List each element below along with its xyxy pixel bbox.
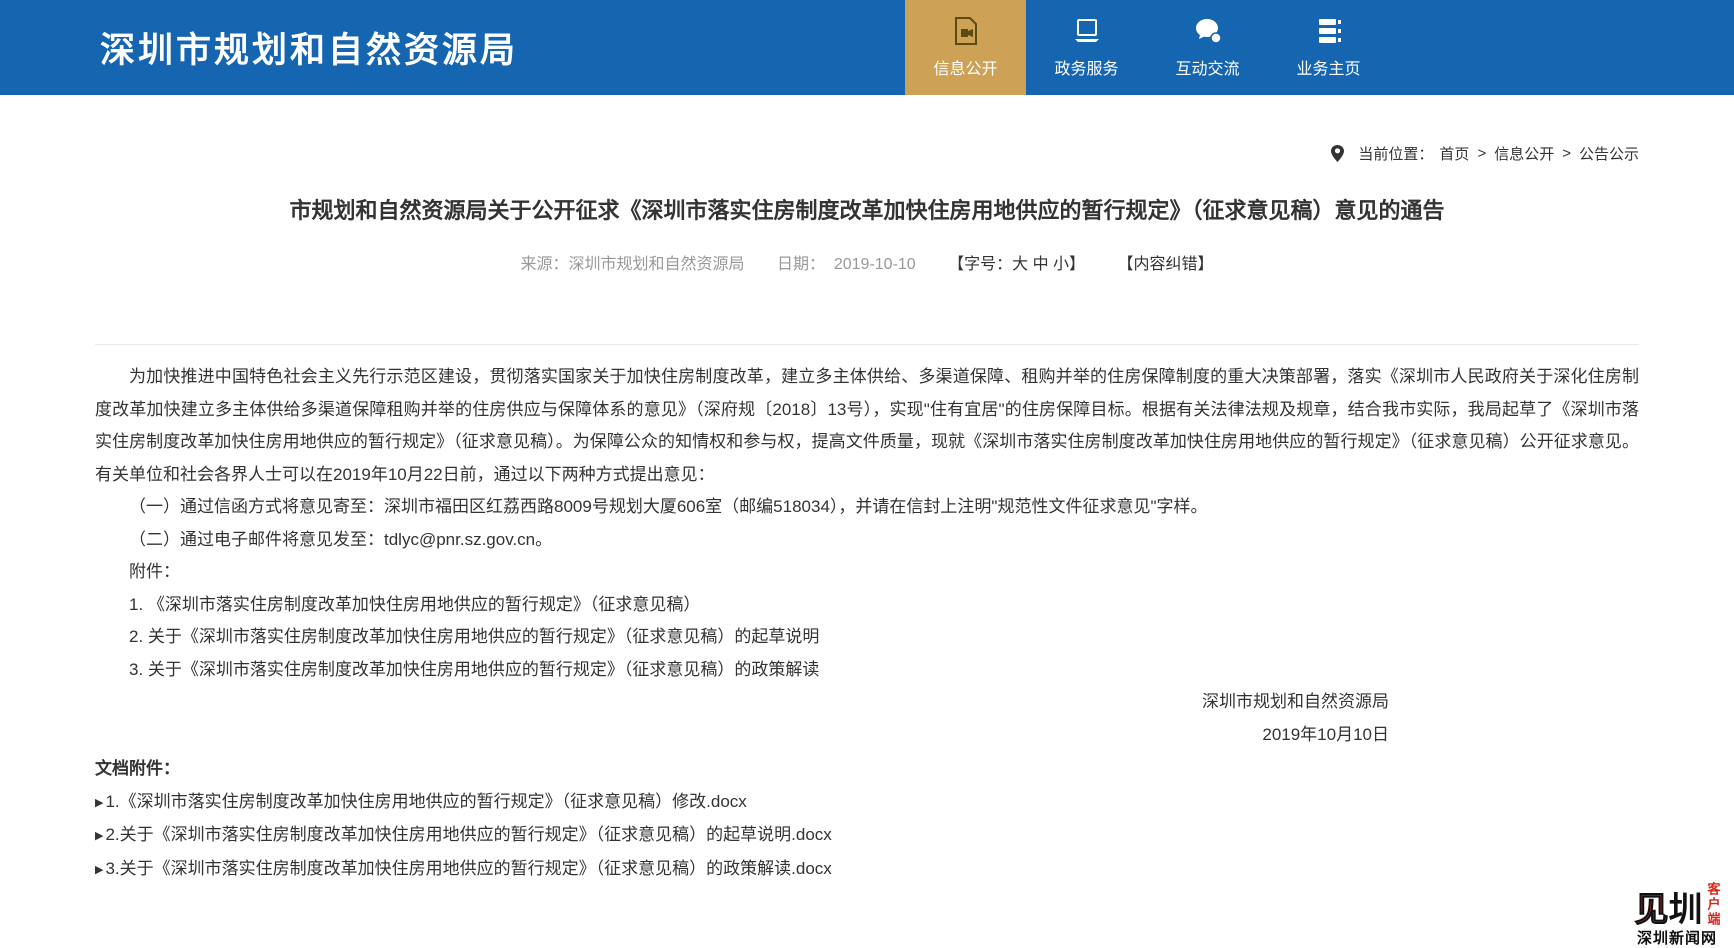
nav-item-label: 业务主页 bbox=[1296, 55, 1360, 79]
breadcrumb-separator: > bbox=[1562, 145, 1571, 162]
doc-attachments-section: 文档附件： ▶1.《深圳市落实住房制度改革加快住房用地供应的暂行规定》（征求意见… bbox=[95, 753, 1639, 886]
nav-item-label: 互动交流 bbox=[1175, 55, 1239, 79]
body-paragraph-email-option: （二）通过电子邮件将意见发至：tdlyc@pnr.sz.gov.cn。 bbox=[95, 524, 1639, 557]
attachment-item-3: 3. 关于《深圳市落实住房制度改革加快住房用地供应的暂行规定》（征求意见稿）的政… bbox=[95, 654, 1639, 687]
doc-attachment-link-1[interactable]: ▶1.《深圳市落实住房制度改革加快住房用地供应的暂行规定》（征求意见稿）修改.d… bbox=[95, 786, 1639, 820]
signature-org: 深圳市规划和自然资源局 bbox=[95, 686, 1389, 719]
nav-item-business-home[interactable]: 业务主页 bbox=[1268, 0, 1389, 95]
laptop-icon bbox=[1072, 16, 1102, 46]
breadcrumb-home[interactable]: 首页 bbox=[1439, 143, 1469, 164]
breadcrumb: 当前位置： 首页 > 信息公开 > 公告公示 bbox=[95, 143, 1639, 164]
watermark-logo: 见圳 客户端 bbox=[1622, 881, 1732, 927]
body-paragraph: 为加快推进中国特色社会主义先行示范区建设，贯彻落实国家关于加快住房制度改革，建立… bbox=[95, 361, 1639, 491]
article-body: 为加快推进中国特色社会主义先行示范区建设，贯彻落实国家关于加快住房制度改革，建立… bbox=[95, 344, 1639, 886]
article-source: 来源：深圳市规划和自然资源局 bbox=[520, 256, 744, 273]
breadcrumb-info-disclosure[interactable]: 信息公开 bbox=[1494, 143, 1554, 164]
breadcrumb-announcements[interactable]: 公告公示 bbox=[1579, 143, 1639, 164]
doc-attachment-link-3[interactable]: ▶3.关于《深圳市落实住房制度改革加快住房用地供应的暂行规定》（征求意见稿）的政… bbox=[95, 853, 1639, 887]
content-correction-button[interactable]: 【内容纠错】 bbox=[1118, 256, 1214, 273]
chat-icon bbox=[1193, 16, 1223, 46]
doc-attachments-label: 文档附件： bbox=[95, 753, 1639, 786]
watermark-site-name: 深圳新闻网 bbox=[1622, 927, 1732, 948]
nav-item-label: 信息公开 bbox=[933, 55, 997, 79]
font-size-switcher[interactable]: 【字号：大 中 小】 bbox=[948, 256, 1085, 273]
attachment-item-1: 1. 《深圳市落实住房制度改革加快住房用地供应的暂行规定》（征求意见稿） bbox=[95, 589, 1639, 622]
news-site-watermark: 见圳 客户端 深圳新闻网 bbox=[1622, 881, 1732, 948]
attachment-item-2: 2. 关于《深圳市落实住房制度改革加快住房用地供应的暂行规定》（征求意见稿）的起… bbox=[95, 621, 1639, 654]
watermark-logo-glyphs: 见圳 bbox=[1635, 893, 1703, 927]
signature-block: 深圳市规划和自然资源局 2019年10月10日 bbox=[95, 686, 1639, 751]
triangle-marker-icon: ▶ bbox=[95, 830, 103, 842]
site-header: 深圳市规划和自然资源局 信息公开 政务服务 bbox=[0, 0, 1734, 95]
article-date-label: 日期： bbox=[777, 256, 825, 273]
triangle-marker-icon: ▶ bbox=[95, 797, 103, 809]
watermark-glyph-zhen: 圳 bbox=[1669, 891, 1703, 929]
nav-item-info-disclosure[interactable]: 信息公开 bbox=[905, 0, 1026, 95]
body-paragraph-mail-option: （一）通过信函方式将意见寄至：深圳市福田区红荔西路8009号规划大厦606室（邮… bbox=[95, 491, 1639, 524]
signature-date: 2019年10月10日 bbox=[95, 719, 1389, 752]
nav-item-label: 政务服务 bbox=[1054, 55, 1118, 79]
article-date: 日期： 2019-10-10 bbox=[777, 256, 916, 273]
watermark-glyph-jian: 见 bbox=[1635, 891, 1669, 929]
doc-attachment-link-2[interactable]: ▶2.关于《深圳市落实住房制度改革加快住房用地供应的暂行规定》（征求意见稿）的起… bbox=[95, 819, 1639, 853]
nav-item-gov-services[interactable]: 政务服务 bbox=[1026, 0, 1147, 95]
triangle-marker-icon: ▶ bbox=[95, 864, 103, 876]
server-icon bbox=[1314, 16, 1344, 46]
breadcrumb-label: 当前位置： bbox=[1358, 143, 1433, 164]
site-logo-title: 深圳市规划和自然资源局 bbox=[100, 0, 518, 95]
breadcrumb-separator: > bbox=[1477, 145, 1486, 162]
document-icon bbox=[951, 16, 981, 46]
main-nav: 信息公开 政务服务 互动交流 bbox=[905, 0, 1389, 95]
nav-item-interaction[interactable]: 互动交流 bbox=[1147, 0, 1268, 95]
article-meta: 来源：深圳市规划和自然资源局 日期： 2019-10-10 【字号：大 中 小】… bbox=[0, 250, 1734, 274]
page-title: 市规划和自然资源局关于公开征求《深圳市落实住房制度改革加快住房用地供应的暂行规定… bbox=[95, 196, 1639, 226]
article-date-value: 2019-10-10 bbox=[834, 256, 916, 273]
doc-attachment-text: 1.《深圳市落实住房制度改革加快住房用地供应的暂行规定》（征求意见稿）修改.do… bbox=[105, 792, 746, 811]
doc-attachment-text: 3.关于《深圳市落实住房制度改革加快住房用地供应的暂行规定》（征求意见稿）的政策… bbox=[105, 859, 831, 878]
watermark-client-label: 客户端 bbox=[1706, 881, 1720, 927]
attachments-heading: 附件： bbox=[95, 556, 1639, 589]
doc-attachment-text: 2.关于《深圳市落实住房制度改革加快住房用地供应的暂行规定》（征求意见稿）的起草… bbox=[105, 825, 831, 844]
location-pin-icon bbox=[1331, 145, 1344, 162]
